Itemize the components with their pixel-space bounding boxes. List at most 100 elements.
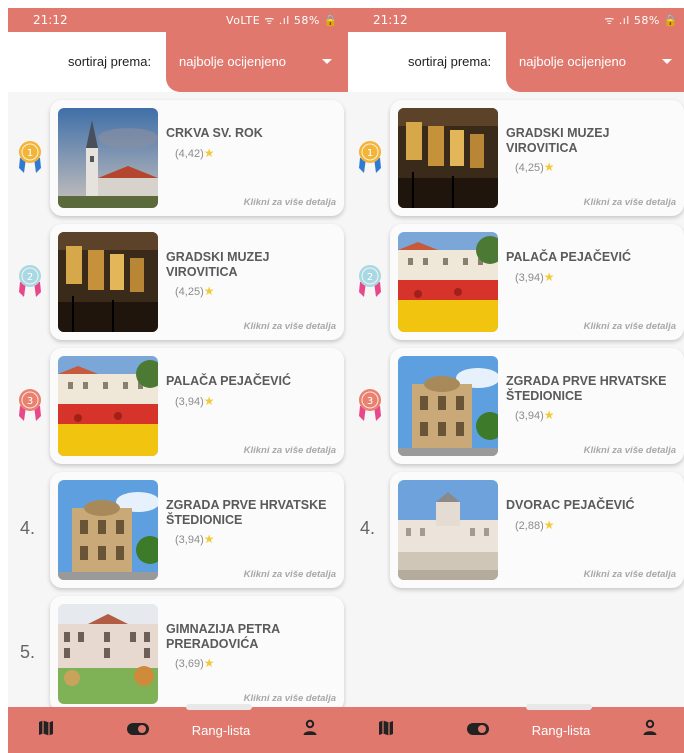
star-icon: ★ (543, 518, 555, 532)
nav-profile-button[interactable] (630, 707, 670, 753)
attraction-title: GIMNAZIJA PETRA PRERADOVIĆA (166, 622, 280, 651)
svg-text:1: 1 (27, 148, 33, 159)
rating: (3,94)★ (175, 394, 215, 408)
status-icons: VoLTE ᯤ .ıl 58% 🔒 (226, 14, 338, 27)
attraction-photo (58, 108, 158, 208)
rating: (3,69)★ (175, 656, 215, 670)
svg-text:1: 1 (367, 148, 373, 159)
details-link[interactable]: Klikni za više detalja (584, 321, 676, 332)
attraction-title: GRADSKI MUZEJ VIROVITICA (506, 126, 610, 155)
ranking-card[interactable]: PALAČA PEJAČEVIĆ (3,94)★ Klikni za više … (50, 348, 344, 464)
nav-toggle-button[interactable] (456, 707, 500, 753)
attraction-title: CRKVA SV. ROK (166, 126, 263, 140)
svg-text:2: 2 (27, 272, 33, 283)
ranking-card[interactable]: GRADSKI MUZEJ VIROVITICA (4,25)★ Klikni … (50, 224, 344, 340)
sort-dropdown[interactable]: najbolje ocijenjeno (166, 32, 348, 92)
details-link[interactable]: Klikni za više detalja (244, 445, 336, 456)
rating-value: (4,25) (175, 286, 204, 298)
status-icons: ᯤ .ıl 58% 🔒 (604, 14, 678, 27)
sort-label: sortiraj prema: (68, 54, 152, 69)
bronze-medal-icon: 3 (356, 388, 384, 422)
map-icon (37, 719, 55, 741)
star-icon: ★ (203, 656, 215, 670)
star-icon: ★ (543, 408, 555, 422)
sort-dropdown[interactable]: najbolje ocijenjeno (506, 32, 684, 92)
sort-bar: sortiraj prema: najbolje ocijenjeno (348, 32, 684, 92)
sort-dropdown-value: najbolje ocijenjeno (519, 54, 626, 69)
attraction-title: DVORAC PEJAČEVIĆ (506, 498, 635, 512)
bottom-navigation: Rang-lista (348, 704, 684, 753)
details-link[interactable]: Klikni za više detalja (244, 321, 336, 332)
attraction-title: PALAČA PEJAČEVIĆ (506, 250, 632, 264)
attraction-photo (58, 232, 158, 332)
svg-text:2: 2 (367, 272, 373, 283)
nav-map-button[interactable] (366, 707, 406, 753)
star-icon: ★ (203, 146, 215, 160)
sort-bar: sortiraj prema: najbolje ocijenjeno (8, 32, 348, 92)
comparison-stage: 21:12 VoLTE ᯤ .ıl 58% 🔒 sortiraj prema: … (0, 0, 684, 753)
attraction-title: ZGRADA PRVE HRVATSKE ŠTEDIONICE (166, 498, 327, 527)
gold-medal-icon: 1 (356, 140, 384, 174)
nav-map-button[interactable] (26, 707, 66, 753)
rank-number: 4. (360, 518, 376, 538)
details-link[interactable]: Klikni za više detalja (244, 693, 336, 704)
status-time: 21:12 (33, 13, 68, 27)
rating-value: (3,94) (515, 272, 544, 284)
toggle-icon (127, 721, 149, 740)
ranking-card[interactable]: DVORAC PEJAČEVIĆ (2,88)★ Klikni za više … (390, 472, 684, 588)
silver-medal-icon: 2 (356, 264, 384, 298)
ranking-card[interactable]: GRADSKI MUZEJ VIROVITICA (4,25)★ Klikni … (390, 100, 684, 216)
star-icon: ★ (543, 160, 555, 174)
profile-icon (301, 719, 319, 741)
svg-text:3: 3 (27, 396, 33, 407)
nav-ranking-label: Rang-lista (191, 722, 251, 738)
rating-value: (3,94) (175, 396, 204, 408)
chevron-down-icon (322, 59, 332, 64)
attraction-photo (58, 480, 158, 580)
rating-value: (4,25) (515, 162, 544, 174)
rating: (3,94)★ (515, 270, 555, 284)
rating: (3,94)★ (175, 532, 215, 546)
status-bar: 21:12 ᯤ .ıl 58% 🔒 (348, 8, 684, 32)
gold-medal-icon: 1 (16, 140, 44, 174)
nav-toggle-button[interactable] (116, 707, 160, 753)
chevron-down-icon (662, 59, 672, 64)
ranking-card[interactable]: CRKVA SV. ROK (4,42)★ Klikni za više det… (50, 100, 344, 216)
nav-ranking-tab[interactable]: Rang-lista (176, 707, 266, 753)
attraction-photo (398, 480, 498, 580)
ranking-card[interactable]: ZGRADA PRVE HRVATSKE ŠTEDIONICE (3,94)★ … (390, 348, 684, 464)
ranking-card[interactable]: GIMNAZIJA PETRA PRERADOVIĆA (3,69)★ Klik… (50, 596, 344, 712)
rating-value: (3,69) (175, 658, 204, 670)
attraction-photo (58, 604, 158, 704)
star-icon: ★ (543, 270, 555, 284)
nav-profile-button[interactable] (290, 707, 330, 753)
bottom-navigation: Rang-lista (8, 704, 348, 753)
rating: (4,25)★ (515, 160, 555, 174)
rating-value: (3,94) (175, 534, 204, 546)
star-icon: ★ (203, 532, 215, 546)
details-link[interactable]: Klikni za više detalja (244, 197, 336, 208)
status-time: 21:12 (373, 13, 408, 27)
phone-screen: 21:12 ᯤ .ıl 58% 🔒 sortiraj prema: najbol… (348, 8, 684, 753)
attraction-title: ZGRADA PRVE HRVATSKE ŠTEDIONICE (506, 374, 667, 403)
details-link[interactable]: Klikni za više detalja (584, 445, 676, 456)
star-icon: ★ (203, 284, 215, 298)
details-link[interactable]: Klikni za više detalja (244, 569, 336, 580)
details-link[interactable]: Klikni za više detalja (584, 197, 676, 208)
attraction-title: GRADSKI MUZEJ VIROVITICA (166, 250, 270, 279)
rating-value: (4,42) (175, 148, 204, 160)
ranking-card[interactable]: PALAČA PEJAČEVIĆ (3,94)★ Klikni za više … (390, 224, 684, 340)
silver-medal-icon: 2 (16, 264, 44, 298)
ranking-card[interactable]: ZGRADA PRVE HRVATSKE ŠTEDIONICE (3,94)★ … (50, 472, 344, 588)
bronze-medal-icon: 3 (16, 388, 44, 422)
phone-screen: 21:12 VoLTE ᯤ .ıl 58% 🔒 sortiraj prema: … (8, 8, 348, 753)
attraction-photo (398, 232, 498, 332)
details-link[interactable]: Klikni za više detalja (584, 569, 676, 580)
toggle-icon (467, 721, 489, 740)
rating: (2,88)★ (515, 518, 555, 532)
nav-ranking-tab[interactable]: Rang-lista (516, 707, 606, 753)
rank-number: 4. (20, 518, 36, 538)
rating-value: (3,94) (515, 410, 544, 422)
rating-value: (2,88) (515, 520, 544, 532)
attraction-photo (398, 356, 498, 456)
